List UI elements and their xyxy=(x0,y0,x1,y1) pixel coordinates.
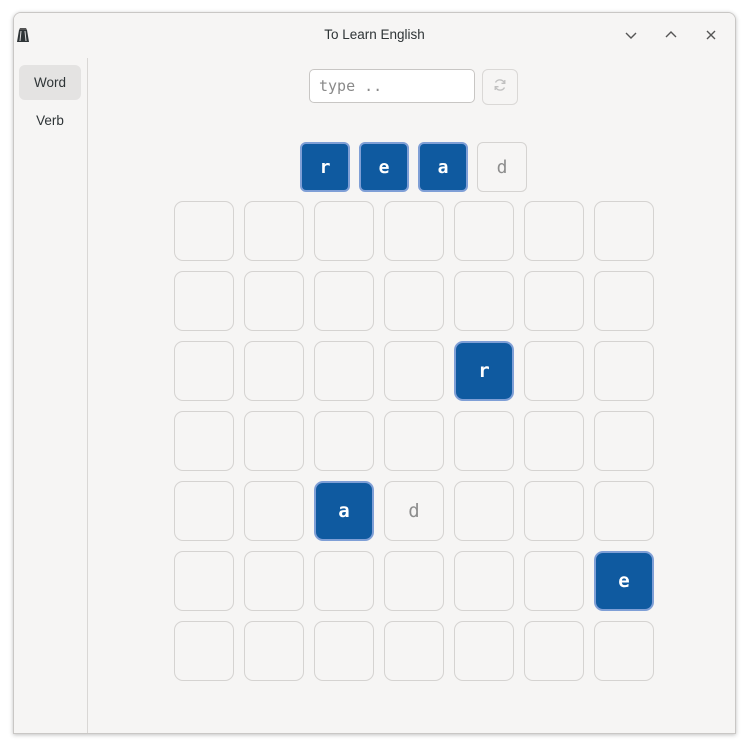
sidebar-item-label: Word xyxy=(33,75,66,90)
grid-cell xyxy=(594,341,654,401)
grid-cell xyxy=(594,621,654,681)
grid-cell xyxy=(244,551,304,611)
refresh-icon xyxy=(492,77,508,98)
grid-cell xyxy=(314,201,374,261)
word-input[interactable] xyxy=(309,69,475,103)
grid-cell xyxy=(594,481,654,541)
grid-cell xyxy=(384,341,444,401)
grid-cell xyxy=(384,201,444,261)
grid-cell xyxy=(244,481,304,541)
grid-cell xyxy=(384,551,444,611)
sidebar-item-label: Verb xyxy=(36,113,64,128)
grid-cell xyxy=(244,621,304,681)
refresh-button[interactable] xyxy=(482,69,518,105)
grid-cell xyxy=(174,621,234,681)
grid-cell: r xyxy=(454,341,514,401)
chevron-down-icon xyxy=(623,27,639,43)
grid-cell xyxy=(594,201,654,261)
close-icon xyxy=(703,27,719,43)
grid-cell xyxy=(524,551,584,611)
grid-cell xyxy=(594,411,654,471)
grid-cell: a xyxy=(314,481,374,541)
grid-cell xyxy=(384,411,444,471)
chevron-up-icon xyxy=(663,27,679,43)
grid-cell xyxy=(454,271,514,331)
grid-cell xyxy=(524,621,584,681)
grid-cell xyxy=(244,201,304,261)
grid-cell xyxy=(314,621,374,681)
grid-cell xyxy=(454,411,514,471)
app-window: To Learn English Word Verb type .. r e a… xyxy=(13,12,736,734)
main-area: read rade xyxy=(88,58,735,733)
grid-cell xyxy=(384,621,444,681)
sidebar-item-word[interactable]: Word xyxy=(19,65,81,100)
grid-cell xyxy=(244,271,304,331)
grid-cell xyxy=(314,551,374,611)
grid-cell xyxy=(524,271,584,331)
grid-cell xyxy=(524,201,584,261)
grid-cell xyxy=(524,341,584,401)
close-button[interactable] xyxy=(703,27,719,43)
grid-cell xyxy=(174,411,234,471)
maximize-button[interactable] xyxy=(663,27,679,43)
grid-cell xyxy=(244,341,304,401)
grid-cell: e xyxy=(594,551,654,611)
grid-cell xyxy=(384,271,444,331)
minimize-button[interactable] xyxy=(623,27,639,43)
word-tile: a xyxy=(418,142,468,192)
grid-cell xyxy=(174,341,234,401)
grid-cell xyxy=(174,201,234,261)
grid-cell xyxy=(524,481,584,541)
grid-cell xyxy=(524,411,584,471)
title-bar: To Learn English xyxy=(14,13,735,58)
sidebar-item-verb[interactable]: Verb xyxy=(19,103,81,138)
grid-cell: d xyxy=(384,481,444,541)
grid-cell xyxy=(314,341,374,401)
grid-cell xyxy=(454,621,514,681)
grid-cell xyxy=(174,481,234,541)
grid-cell xyxy=(454,481,514,541)
grid-cell xyxy=(244,411,304,471)
word-tile: r xyxy=(300,142,350,192)
grid-cell xyxy=(174,551,234,611)
grid-cell xyxy=(454,551,514,611)
grid-cell xyxy=(454,201,514,261)
word-tile: e xyxy=(359,142,409,192)
grid-cell xyxy=(314,411,374,471)
grid-cell xyxy=(314,271,374,331)
sidebar: Word Verb xyxy=(14,58,88,733)
grid-cell xyxy=(174,271,234,331)
word-tile: d xyxy=(477,142,527,192)
grid-cell xyxy=(594,271,654,331)
